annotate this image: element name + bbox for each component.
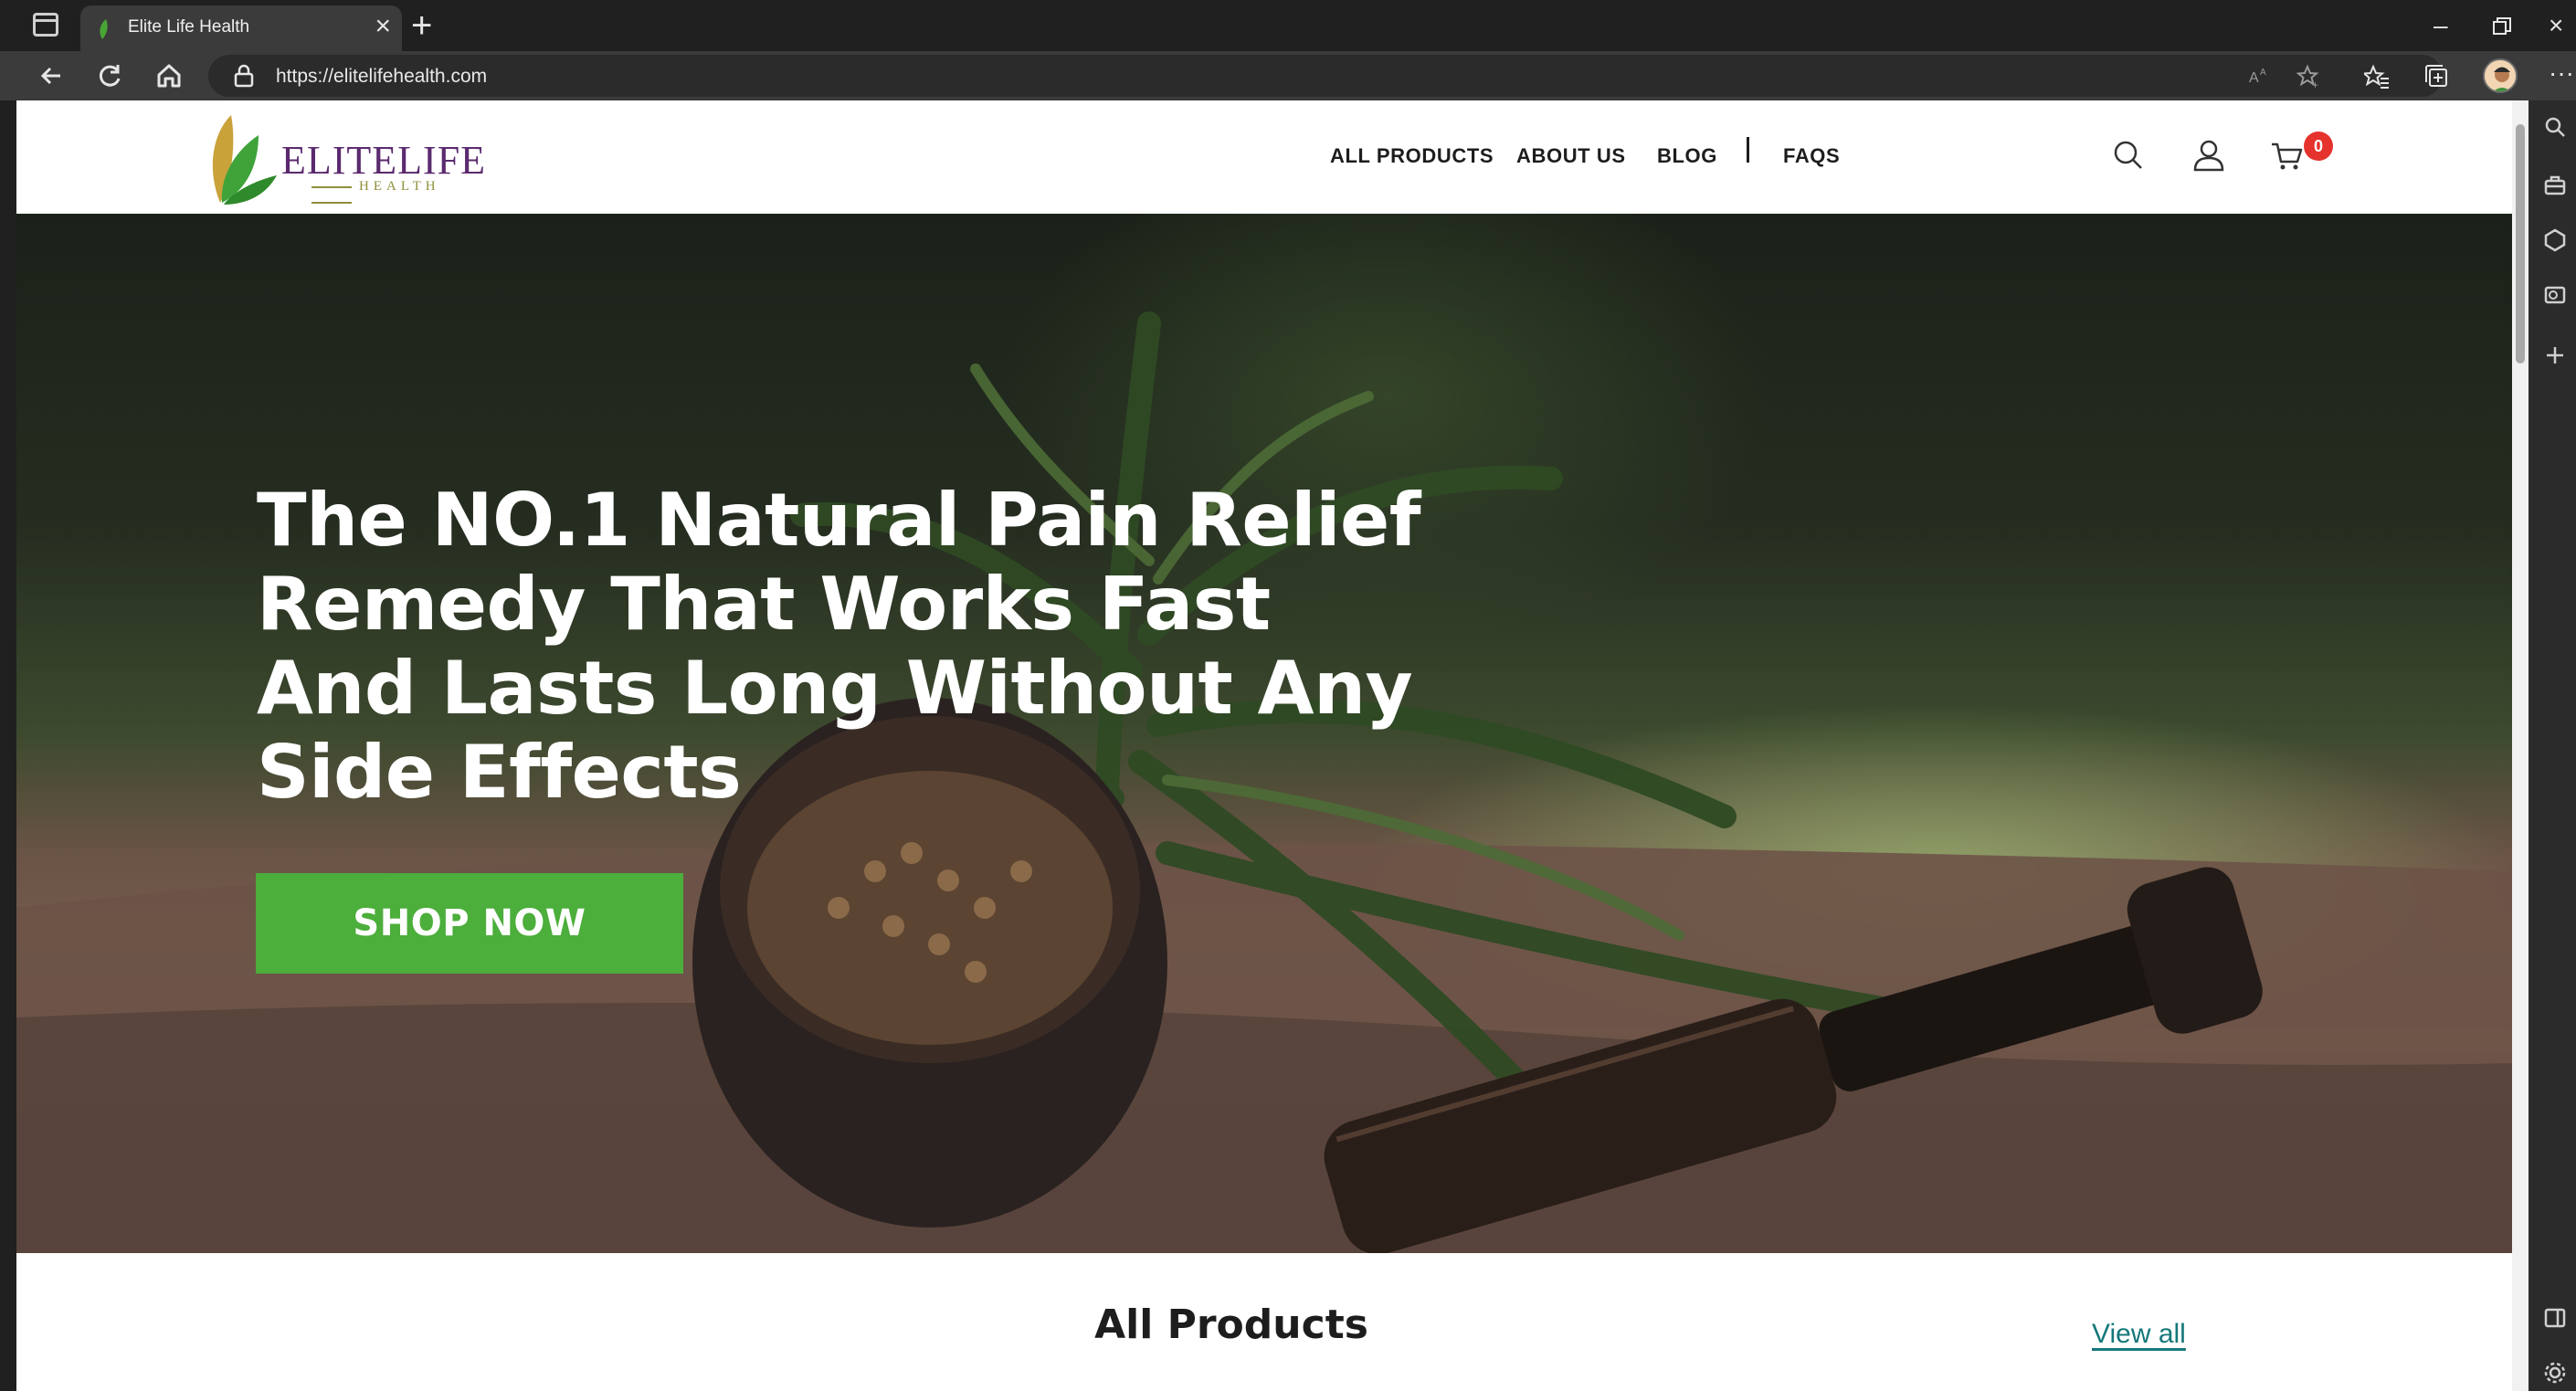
scrollbar-thumb[interactable] (2516, 124, 2525, 364)
svg-text:A: A (2260, 68, 2266, 78)
more-options-icon[interactable]: ··· (2549, 55, 2574, 91)
shop-now-button[interactable]: SHOP NOW (256, 873, 683, 974)
browser-sidebar (2528, 100, 2576, 1391)
logo-text: ELITELIFE (281, 138, 487, 183)
page-viewport: ELITELIFE HEALTH ALL PRODUCTS ABOUT US B… (16, 100, 2512, 1391)
leaf-logo-icon (212, 115, 277, 205)
cart-icon[interactable] (2269, 137, 2306, 174)
back-arrow-icon[interactable] (35, 58, 69, 93)
tab-close-icon[interactable]: × (375, 13, 391, 40)
cart-count-badge: 0 (2304, 132, 2333, 161)
profile-avatar-icon (2485, 60, 2516, 91)
hero-title: The NO.1 Natural Pain Relief Remedy That… (257, 478, 1421, 815)
new-tab-icon[interactable]: + (411, 4, 432, 47)
close-window-icon[interactable]: × (2549, 7, 2563, 44)
add-favorite-icon[interactable]: + (2296, 64, 2322, 90)
search-icon[interactable] (2110, 137, 2147, 174)
hero-banner: The NO.1 Natural Pain Relief Remedy That… (16, 214, 2512, 1253)
account-icon[interactable] (2191, 137, 2227, 174)
site-header: ELITELIFE HEALTH ALL PRODUCTS ABOUT US B… (16, 100, 2512, 214)
tab-actions-icon[interactable] (33, 13, 58, 37)
view-all-link[interactable]: View all (2092, 1319, 2186, 1350)
nav-divider (1747, 137, 1749, 163)
lock-icon[interactable] (232, 64, 256, 88)
sidebar-office-icon[interactable] (2543, 283, 2567, 307)
logo-subtext: HEALTH (304, 179, 487, 210)
sidebar-settings-icon[interactable] (2543, 1361, 2567, 1385)
nav-about-us[interactable]: ABOUT US (1516, 144, 1626, 168)
site-logo[interactable]: ELITELIFE HEALTH (204, 108, 487, 206)
address-field[interactable]: https://elitelifehealth.com A A + (208, 55, 2443, 97)
profile-avatar[interactable] (2483, 58, 2518, 93)
sidebar-tools-icon[interactable] (2543, 174, 2567, 197)
home-icon[interactable] (152, 58, 186, 93)
refresh-icon[interactable] (93, 58, 128, 93)
sidebar-search-icon[interactable] (2543, 115, 2567, 139)
browser-tab[interactable]: Elite Life Health × (80, 5, 402, 51)
sidebar-games-icon[interactable] (2543, 228, 2567, 252)
products-section-title-text: All Products (1094, 1301, 1368, 1348)
svg-text:+: + (2312, 79, 2318, 90)
nav-faqs[interactable]: FAQS (1783, 144, 1840, 168)
collections-icon[interactable] (2424, 64, 2450, 90)
minimize-icon[interactable]: – (2433, 7, 2448, 44)
sidebar-collapse-icon[interactable] (2543, 1306, 2567, 1330)
restore-icon[interactable] (2492, 16, 2512, 37)
nav-blog[interactable]: BLOG (1657, 144, 1717, 168)
page-scrollbar[interactable] (2512, 100, 2528, 1391)
browser-tab-bar: Elite Life Health × + – × (0, 0, 2576, 51)
nav-all-products[interactable]: ALL PRODUCTS (1330, 144, 1494, 168)
svg-text:A: A (2249, 70, 2259, 86)
sidebar-add-icon[interactable] (2543, 343, 2567, 367)
favorites-icon[interactable] (2364, 64, 2390, 90)
tab-title: Elite Life Health (128, 17, 250, 37)
address-bar-row: https://elitelifehealth.com A A + ··· (0, 51, 2576, 100)
read-aloud-icon[interactable]: A A (2247, 64, 2273, 90)
url-text: https://elitelifehealth.com (276, 66, 488, 87)
leaf-favicon-icon (100, 19, 108, 39)
